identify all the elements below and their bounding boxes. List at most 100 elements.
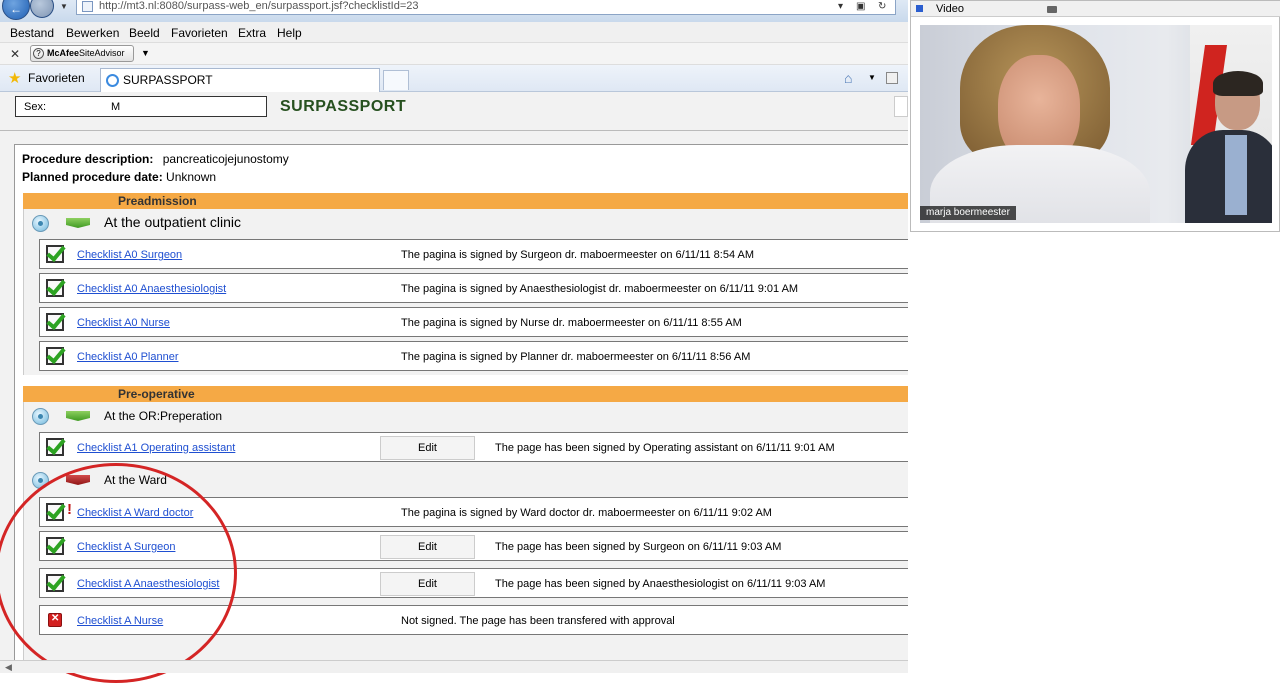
checklist-status: The pagina is signed by Nurse dr. maboer… [401,317,742,329]
mcafee-product: SiteAdvisor [79,48,125,58]
sex-field: Sex: M [15,96,267,117]
refresh-icon[interactable]: ↻ [878,1,886,12]
history-dropdown-icon[interactable]: ▼ [60,2,68,11]
second-person [1185,71,1272,223]
checklist-status: The page has been signed by Anaesthesiol… [495,578,826,590]
top-right-box [894,96,908,117]
checklist-link[interactable]: Checklist A Ward doctor [77,507,193,519]
browser-tab[interactable]: SURPASSPORT [100,68,380,92]
menu-bestand[interactable]: Bestand [10,26,54,40]
address-bar: ← ▼ http://mt3.nl:8080/surpass-web_en/su… [0,0,908,22]
checklist-row: Checklist A Nurse Not signed. The page h… [39,605,908,635]
compat-view-icon[interactable]: ▣ [856,1,865,12]
menu-bar: Bestand Bewerken Beeld Favorieten Extra … [0,22,908,43]
second-person-hair [1213,71,1263,96]
menu-favorieten[interactable]: Favorieten [171,26,228,40]
checklist-row: Checklist A0 Surgeon The pagina is signe… [39,239,908,269]
url-dropdown-icon[interactable]: ▾ [838,1,843,12]
checklist-link[interactable]: Checklist A0 Surgeon [77,249,182,261]
checklist-row: Checklist A0 Anaesthesiologist The pagin… [39,273,908,303]
siteadvisor-dropdown-icon[interactable]: ▼ [141,48,150,58]
video-header: Video [911,1,1280,17]
tab-title: SURPASSPORT [123,73,213,87]
step-label: At the OR:Preperation [104,409,223,423]
planned-date: Planned procedure date: Unknown [22,170,216,184]
menu-bewerken[interactable]: Bewerken [66,26,119,40]
step-header-or-preperation[interactable]: At the OR:Preperation [24,402,908,430]
checklist-link[interactable]: Checklist A Anaesthesiologist [77,578,219,590]
menu-help[interactable]: Help [277,26,302,40]
checklist-link[interactable]: Checklist A Surgeon [77,541,175,553]
checklist-row: Checklist A0 Nurse The pagina is signed … [39,307,908,337]
favorites-button[interactable]: Favorieten [28,71,85,85]
not-signed-icon [48,613,62,627]
edit-button[interactable]: Edit [380,436,475,460]
phase-header-preoperative: Pre-operative [23,386,908,402]
planned-label: Planned procedure date: [22,170,163,184]
step-label: At the Ward [104,473,167,487]
procedure-description: Procedure description: pancreaticojejuno… [22,152,289,166]
signed-check-icon [46,503,64,521]
siteadvisor-button[interactable]: ? McAfeeSiteAdvisor [30,45,134,62]
green-flag-icon [66,218,90,228]
menu-beeld[interactable]: Beeld [129,26,160,40]
checklist-link[interactable]: Checklist A0 Nurse [77,317,170,329]
camera-icon[interactable] [1047,6,1057,13]
video-panel: Video marja boermeester [910,0,1280,232]
checklist-link[interactable]: Checklist A Nurse [77,615,163,627]
video-feed: marja boermeester [920,25,1272,223]
expand-icon[interactable] [32,408,49,425]
close-toolbar-icon[interactable]: ✕ [10,47,20,61]
checklist-status: The pagina is signed by Planner dr. mabo… [401,351,751,363]
checklist-status: The pagina is signed by Surgeon dr. mabo… [401,249,755,261]
browser-window: ← ▼ http://mt3.nl:8080/surpass-web_en/su… [0,0,908,683]
checklist-status: Not signed. The page has been transfered… [401,615,675,627]
rss-icon[interactable] [886,72,898,84]
url-text: http://mt3.nl:8080/surpass-web_en/surpas… [99,0,419,12]
procedure-value: pancreaticojejunostomy [162,152,289,166]
app-title: SURPASSPORT [280,98,407,115]
edit-button[interactable]: Edit [380,572,475,596]
signed-check-icon [46,537,64,555]
home-icon[interactable]: ⌂ [844,70,852,86]
new-tab-button[interactable] [383,70,409,90]
horizontal-scrollbar[interactable]: ◀ [0,660,908,673]
second-person-shirt [1225,135,1247,215]
checklist-status: The page has been signed by Operating as… [495,442,835,454]
expand-icon[interactable] [32,472,49,489]
page-icon [82,1,93,12]
expand-icon[interactable] [32,215,49,232]
signed-check-icon [46,279,64,297]
signed-check-icon [46,313,64,331]
back-button[interactable]: ← [2,0,30,20]
video-window-icon [916,5,923,12]
sex-value: M [111,101,121,113]
checklist-row: ! Checklist A Ward doctor The pagina is … [39,497,908,527]
mcafee-toolbar: ✕ ? McAfeeSiteAdvisor ▼ [0,43,908,65]
menu-extra[interactable]: Extra [238,26,266,40]
checklist-link[interactable]: Checklist A1 Operating assistant [77,442,235,454]
step-header-outpatient[interactable]: At the outpatient clinic [24,209,908,237]
edit-button[interactable]: Edit [380,535,475,559]
checklist-link[interactable]: Checklist A0 Planner [77,351,179,363]
forward-button[interactable] [30,0,54,18]
green-flag-icon [66,411,90,421]
favorites-star-icon[interactable]: ★ [8,69,21,87]
checklist-link[interactable]: Checklist A0 Anaesthesiologist [77,283,226,295]
phase-name: Pre-operative [118,387,195,401]
checklist-row: Checklist A0 Planner The pagina is signe… [39,341,908,371]
participant-name: marja boermeester [920,206,1016,220]
signed-check-icon [46,245,64,263]
step-label: At the outpatient clinic [104,214,241,230]
home-dropdown-icon[interactable]: ▼ [868,73,876,82]
step-group-preoperative: At the OR:Preperation Checklist A1 Opera… [23,402,908,662]
step-header-ward[interactable]: At the Ward [24,466,908,494]
video-title: Video [936,3,964,15]
phase-name: Preadmission [118,194,197,208]
checklist-row: Checklist A Anaesthesiologist Edit The p… [39,568,908,598]
ie-icon [106,74,119,87]
url-input[interactable]: http://mt3.nl:8080/surpass-web_en/surpas… [76,0,896,15]
siteadvisor-icon: ? [33,48,44,59]
scroll-left-icon[interactable]: ◀ [5,662,12,673]
checklist-status: The pagina is signed by Anaesthesiologis… [401,283,799,295]
